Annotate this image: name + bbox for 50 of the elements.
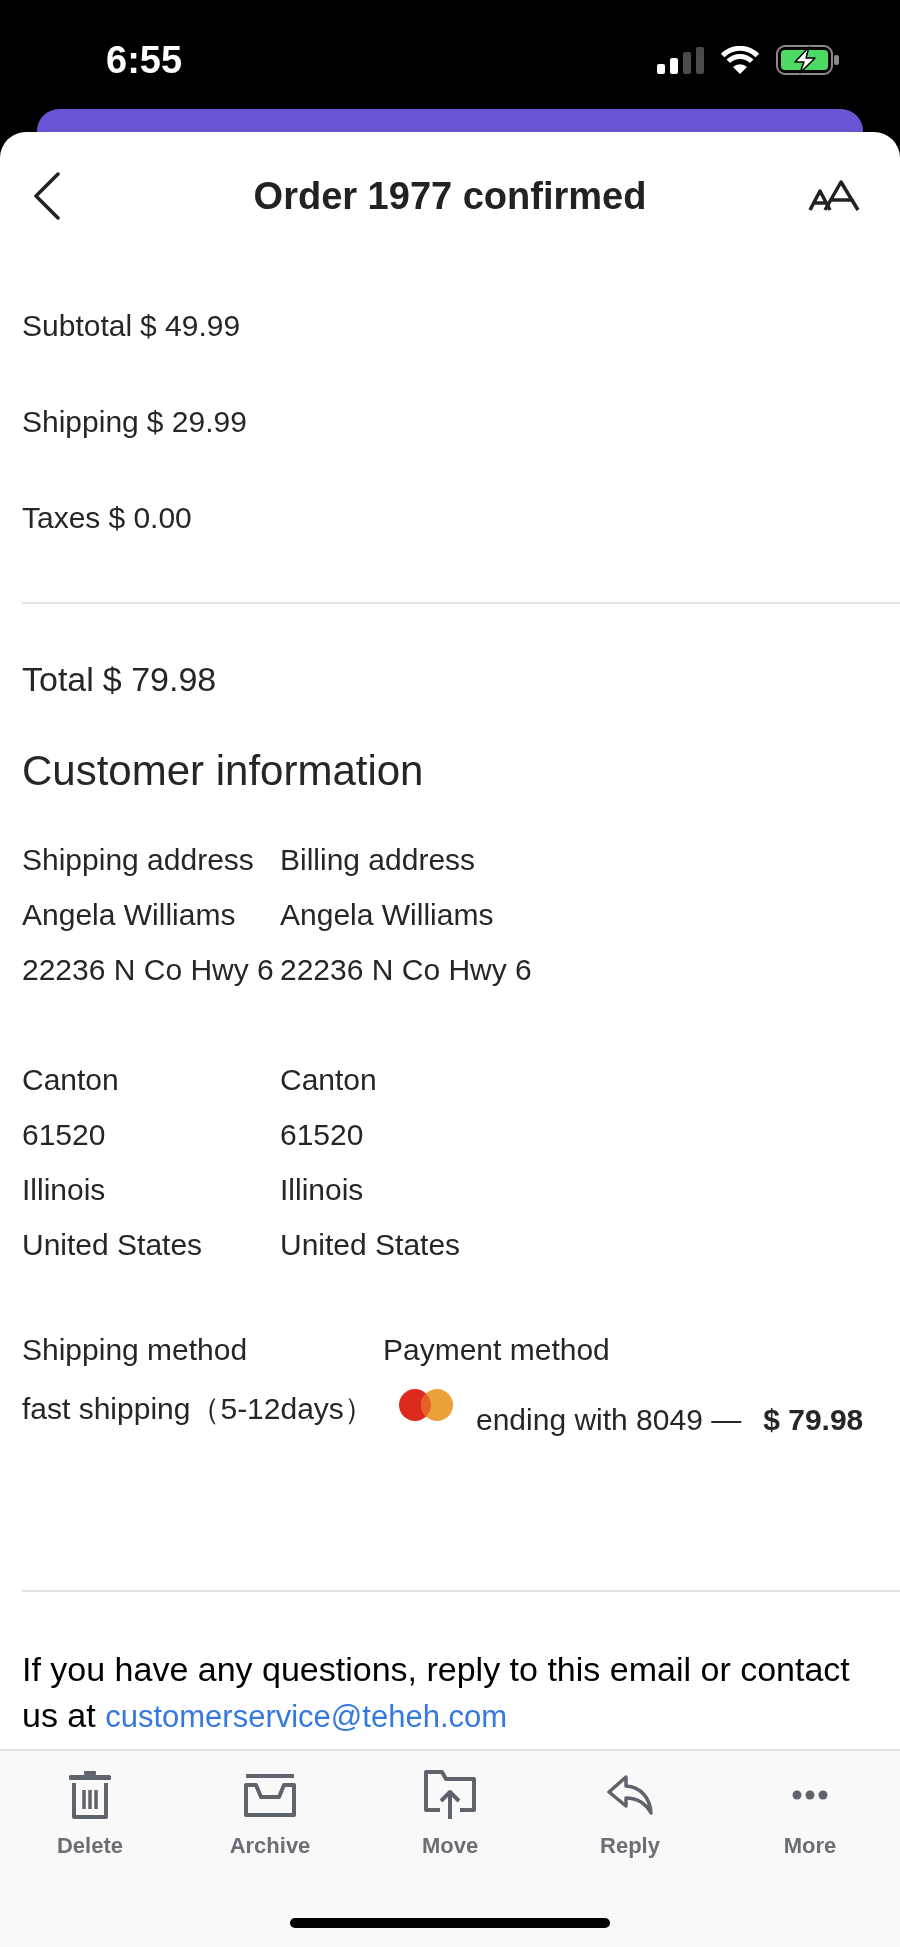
summary-amount: $ 49.99	[140, 308, 241, 344]
card-ending-text: ending with 8049 —	[476, 1404, 742, 1436]
address-line: 61520	[280, 1117, 365, 1153]
total-amount: $ 79.98	[102, 659, 217, 700]
toolbar-button[interactable]: Delete	[56, 1770, 123, 1860]
contact-note: If you have any questions, reply to this email or contact us at customerservice@teheh.com	[22, 1649, 851, 1736]
text-size-button[interactable]	[808, 180, 860, 212]
email-title: Order 1977 confirmed	[253, 174, 647, 219]
address-line: Canton	[22, 1062, 120, 1098]
address-line: United States	[280, 1227, 462, 1263]
method-heading: Payment method	[383, 1332, 611, 1368]
address-line: Illinois	[280, 1172, 365, 1208]
signal-icon	[657, 46, 704, 74]
tray-icon	[244, 1773, 296, 1817]
wifi-icon	[720, 45, 760, 75]
address-line: Angela Williams	[280, 897, 495, 933]
summary-label: Shipping	[22, 404, 139, 440]
email-link[interactable]: customerservice@teheh.com	[105, 1699, 508, 1734]
status-time: 6:55	[106, 38, 183, 82]
address-line: 22236 N Co Hwy 6	[280, 952, 532, 988]
trash-icon	[67, 1771, 113, 1819]
payment-amount: $ 79.98	[763, 1404, 864, 1436]
reply-icon	[606, 1774, 654, 1816]
toolbar-button[interactable]: Reply	[600, 1770, 660, 1860]
summary-label: Taxes	[22, 500, 101, 536]
battery-charging-icon	[776, 45, 839, 75]
address-line: Angela Williams	[22, 897, 237, 933]
address-line: Illinois	[22, 1172, 107, 1208]
address-line: Canton	[280, 1062, 378, 1098]
address-heading: Billing address	[280, 842, 477, 878]
card-logo-icon	[399, 1389, 453, 1421]
toolbar-button[interactable]: Move	[421, 1770, 479, 1860]
more-icon	[792, 1790, 828, 1800]
back-chevron-icon	[33, 172, 61, 220]
back-button[interactable]	[33, 172, 61, 220]
summary-amount: $ 0.00	[108, 500, 192, 536]
method-heading: Shipping method	[22, 1332, 249, 1368]
text-size-icon	[808, 180, 860, 212]
section-heading: Customer information	[22, 746, 425, 796]
address-heading: Shipping address	[22, 842, 255, 878]
toolbar-button[interactable]: More	[783, 1770, 837, 1860]
summary-label: Subtotal	[22, 308, 133, 344]
address-line: United States	[22, 1227, 204, 1263]
total-label: Total	[22, 659, 94, 700]
summary-amount: $ 29.99	[146, 404, 247, 440]
address-line: 22236 N Co Hwy 6	[22, 952, 275, 988]
address-line: 61520	[22, 1117, 107, 1153]
shipping-method-text: fast shipping（5-12days）	[22, 1391, 375, 1427]
folder-arrow-icon	[424, 1770, 476, 1820]
toolbar-button[interactable]: Archive	[229, 1770, 311, 1860]
